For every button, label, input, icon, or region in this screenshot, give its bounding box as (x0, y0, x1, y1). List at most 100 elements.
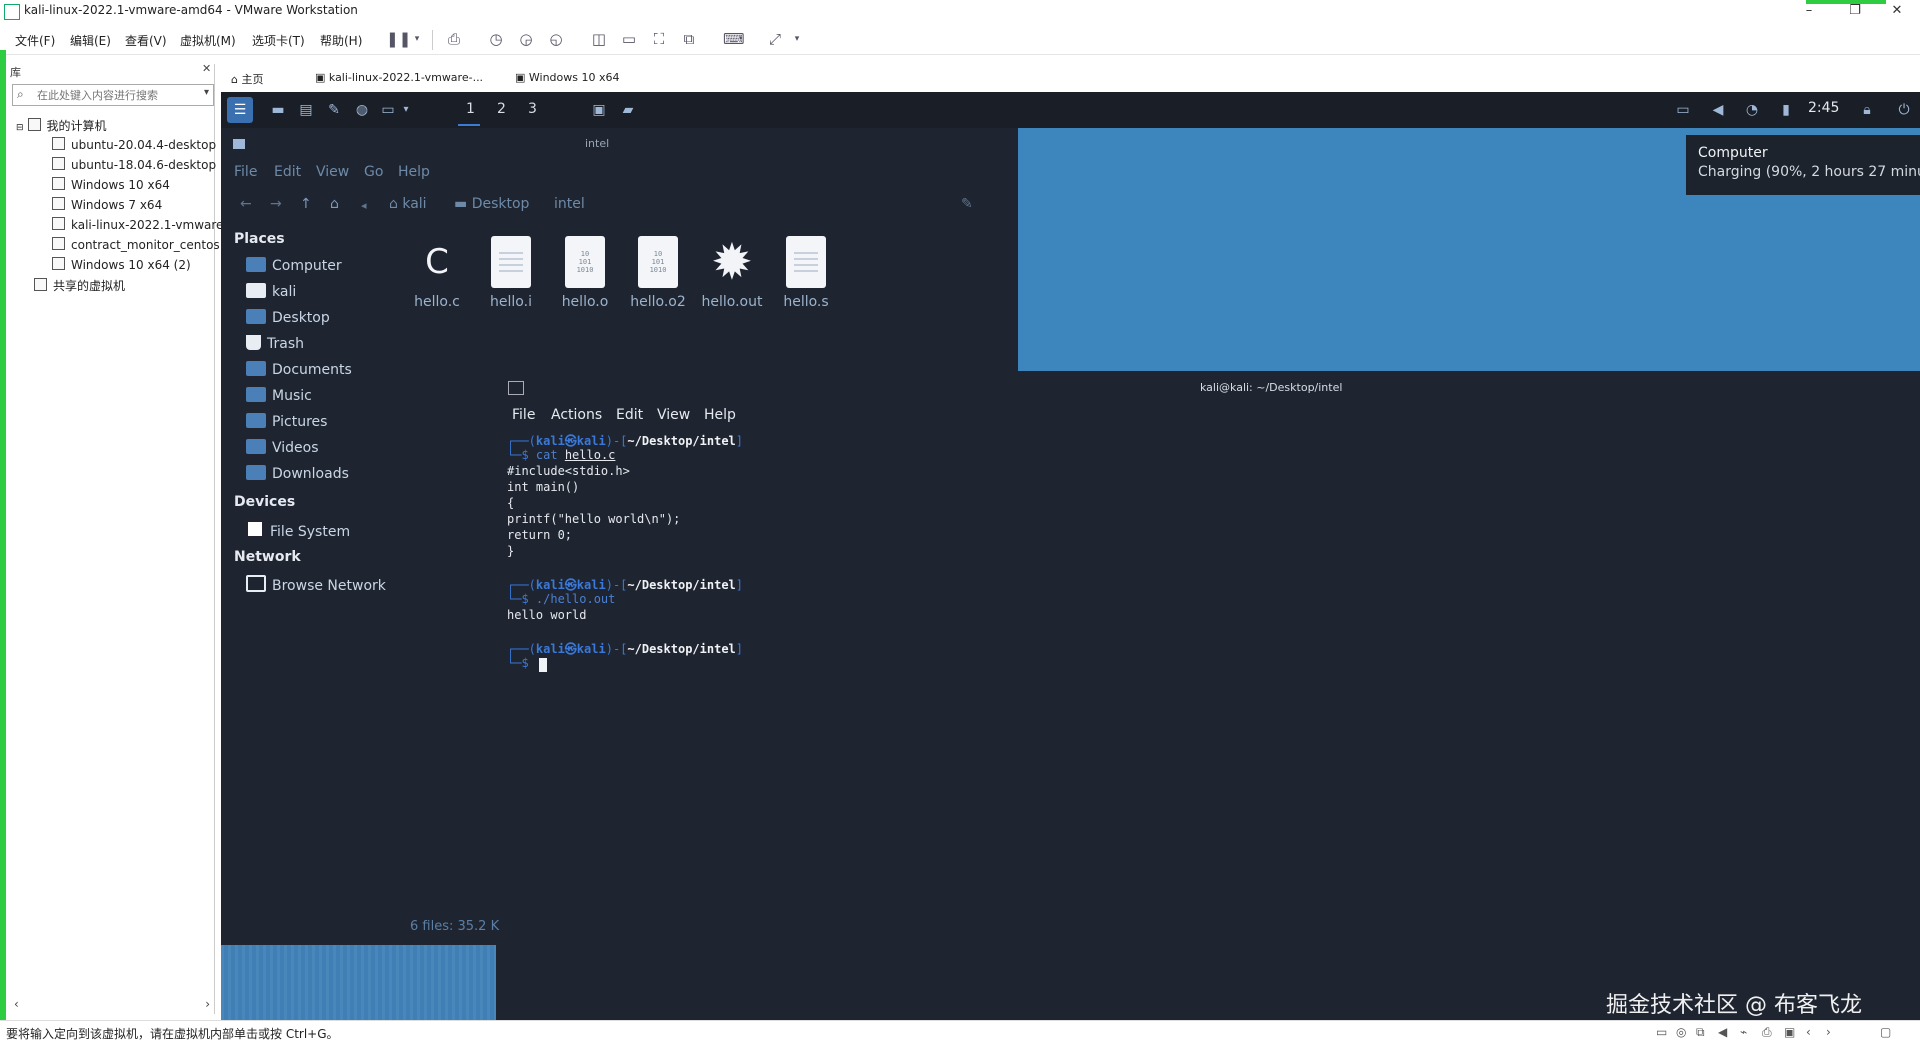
battery-icon[interactable]: ▮ (1776, 101, 1796, 119)
tree-vm-item[interactable]: contract_monitor_centos (52, 237, 220, 252)
file-item[interactable]: 10 101 1010 hello.o2 (621, 236, 695, 310)
place-computer[interactable]: Computer (246, 257, 342, 277)
tree-vm-item[interactable]: ubuntu-20.04.4-desktop (52, 137, 216, 152)
tree-vm-item[interactable]: Windows 10 x64 (52, 177, 170, 192)
chevron-down-icon[interactable]: ▾ (204, 87, 209, 98)
network-adapter-icon[interactable]: ⧉ (1696, 1025, 1705, 1040)
up-icon[interactable]: ↑ (300, 196, 312, 212)
term-menu-view[interactable]: View (657, 407, 690, 423)
tab-kali[interactable]: ▣ kali-linux-2022.1-vmware-... (315, 71, 483, 84)
snapshot-manager-icon[interactable]: ◵ (547, 30, 565, 48)
stretch-icon[interactable]: ⤢ (766, 30, 784, 48)
place-trash[interactable]: Trash (246, 335, 304, 355)
menu-vm[interactable]: 虚拟机(M) (180, 32, 236, 49)
tree-vm-item[interactable]: kali-linux-2022.1-vmware (52, 217, 223, 232)
term-menu-help[interactable]: Help (704, 407, 736, 423)
term-menu-edit[interactable]: Edit (616, 407, 643, 423)
place-desktop[interactable]: Desktop (246, 309, 330, 329)
text-editor-icon[interactable]: ✎ (324, 101, 344, 119)
tree-shared[interactable]: 共享的虚拟机 (34, 277, 125, 294)
menu-file[interactable]: 文件(F) (15, 32, 55, 49)
fm-menu-file[interactable]: File (234, 164, 257, 180)
tab-home[interactable]: ⌂ 主页 (231, 71, 263, 87)
edit-path-icon[interactable]: ✎ (961, 196, 973, 212)
sound-icon[interactable]: ◀ (1718, 1025, 1727, 1039)
workspace-2[interactable]: 2 (497, 101, 506, 117)
terminal-launcher-icon[interactable]: ▭ (378, 101, 398, 119)
forward-icon[interactable]: → (270, 196, 282, 212)
fm-menu-go[interactable]: Go (364, 164, 383, 180)
file-item[interactable]: 10 101 1010 hello.o (548, 236, 622, 310)
tab-windows10[interactable]: ▣ Windows 10 x64 (515, 71, 620, 84)
network-browse[interactable]: Browse Network (246, 575, 386, 595)
back-icon[interactable]: ← (240, 196, 252, 212)
breadcrumb-kali[interactable]: ⌂ kali (389, 196, 427, 212)
fm-menu-view[interactable]: View (316, 164, 349, 180)
pause-icon[interactable]: ❚❚ (386, 30, 411, 48)
menu-help[interactable]: 帮助(H) (320, 32, 362, 49)
display-icon[interactable]: ▭ (1673, 101, 1693, 119)
breadcrumb-desktop[interactable]: ▬ Desktop (454, 196, 529, 212)
lock-icon[interactable]: 🔒︎ (1857, 101, 1877, 119)
chevron-right-icon[interactable]: › (1826, 1025, 1831, 1039)
workspace-1[interactable]: 1 (466, 101, 475, 117)
sidebar-toggle-icon[interactable]: ◫ (590, 30, 608, 48)
folder-window-icon[interactable]: ▰ (618, 101, 638, 119)
file-item[interactable]: hello.s (769, 236, 843, 310)
snapshot-icon[interactable]: ◷ (487, 30, 505, 48)
file-item[interactable]: ✹ hello.out (695, 236, 769, 310)
place-music[interactable]: Music (246, 387, 312, 407)
terminal-input-line[interactable]: └─$ (507, 656, 536, 670)
browser-icon[interactable]: ◍ (352, 101, 372, 119)
clock[interactable]: 2:45 (1808, 100, 1839, 116)
power-icon[interactable]: ⏻ (1894, 101, 1914, 119)
tree-root[interactable]: ⊟ 我的计算机 (16, 117, 107, 134)
place-documents[interactable]: Documents (246, 361, 352, 381)
show-desktop-icon[interactable]: ▬ (268, 101, 288, 119)
terminal-icon[interactable]: ⌨ (723, 30, 745, 48)
term-menu-actions[interactable]: Actions (551, 407, 602, 423)
tree-vm-item[interactable]: Windows 7 x64 (52, 197, 162, 212)
collapse-icon[interactable]: ⊟ (16, 123, 24, 133)
menu-edit[interactable]: 编辑(E) (70, 32, 111, 49)
display-status-icon[interactable]: ▣ (1784, 1025, 1795, 1039)
device-filesystem[interactable]: File System (246, 520, 350, 540)
stretch-dropdown-icon[interactable]: ▾ (788, 30, 806, 48)
file-item[interactable]: hello.i (474, 236, 548, 310)
kali-menu-icon[interactable]: ☰ (227, 97, 253, 123)
breadcrumb-left-icon[interactable]: ◂ (361, 199, 367, 212)
place-videos[interactable]: Videos (246, 439, 319, 459)
message-log-icon[interactable]: ▢ (1880, 1025, 1891, 1039)
breadcrumb-intel[interactable]: intel (554, 196, 585, 212)
cdrom-icon[interactable]: ◎ (1676, 1025, 1686, 1039)
file-item[interactable]: C hello.c (400, 236, 474, 310)
scroll-left-icon[interactable]: ‹ (14, 997, 19, 1011)
usb-icon[interactable]: ⌁ (1740, 1025, 1747, 1039)
place-downloads[interactable]: Downloads (246, 465, 349, 485)
menu-view[interactable]: 查看(V) (125, 32, 167, 49)
term-menu-file[interactable]: File (512, 407, 535, 423)
pause-dropdown-icon[interactable]: ▾ (408, 30, 426, 48)
library-scrollbar[interactable]: ‹ › (12, 997, 212, 1012)
chevron-left-icon[interactable]: ‹ (1806, 1025, 1811, 1039)
menu-tabs[interactable]: 选项卡(T) (252, 32, 305, 49)
library-close-icon[interactable]: ✕ (202, 62, 211, 75)
place-pictures[interactable]: Pictures (246, 413, 327, 433)
hdd-icon[interactable]: ▭ (1656, 1025, 1667, 1039)
terminal-window-icon[interactable]: ▣ (589, 101, 609, 119)
console-view-icon[interactable]: ▭ (620, 30, 638, 48)
scroll-right-icon[interactable]: › (205, 997, 210, 1011)
fm-menu-help[interactable]: Help (398, 164, 430, 180)
fullscreen-icon[interactable]: ⛶ (650, 30, 668, 48)
home-icon[interactable]: ⌂ (330, 196, 339, 212)
revert-snapshot-icon[interactable]: ◶ (517, 30, 535, 48)
printer-icon[interactable]: ⎙ (1762, 1025, 1772, 1040)
battery-notification[interactable]: Computer Charging (90%, 2 hours 27 minut… (1686, 135, 1920, 195)
file-manager-icon[interactable]: ▤ (296, 101, 316, 119)
volume-icon[interactable]: ◀ (1708, 101, 1728, 119)
chevron-down-icon[interactable]: ▾ (396, 101, 416, 119)
fm-menu-edit[interactable]: Edit (274, 164, 301, 180)
unity-icon[interactable]: ⧉ (680, 30, 698, 48)
workspace-3[interactable]: 3 (528, 101, 537, 117)
send-keys-icon[interactable]: ⎙ (445, 30, 463, 48)
